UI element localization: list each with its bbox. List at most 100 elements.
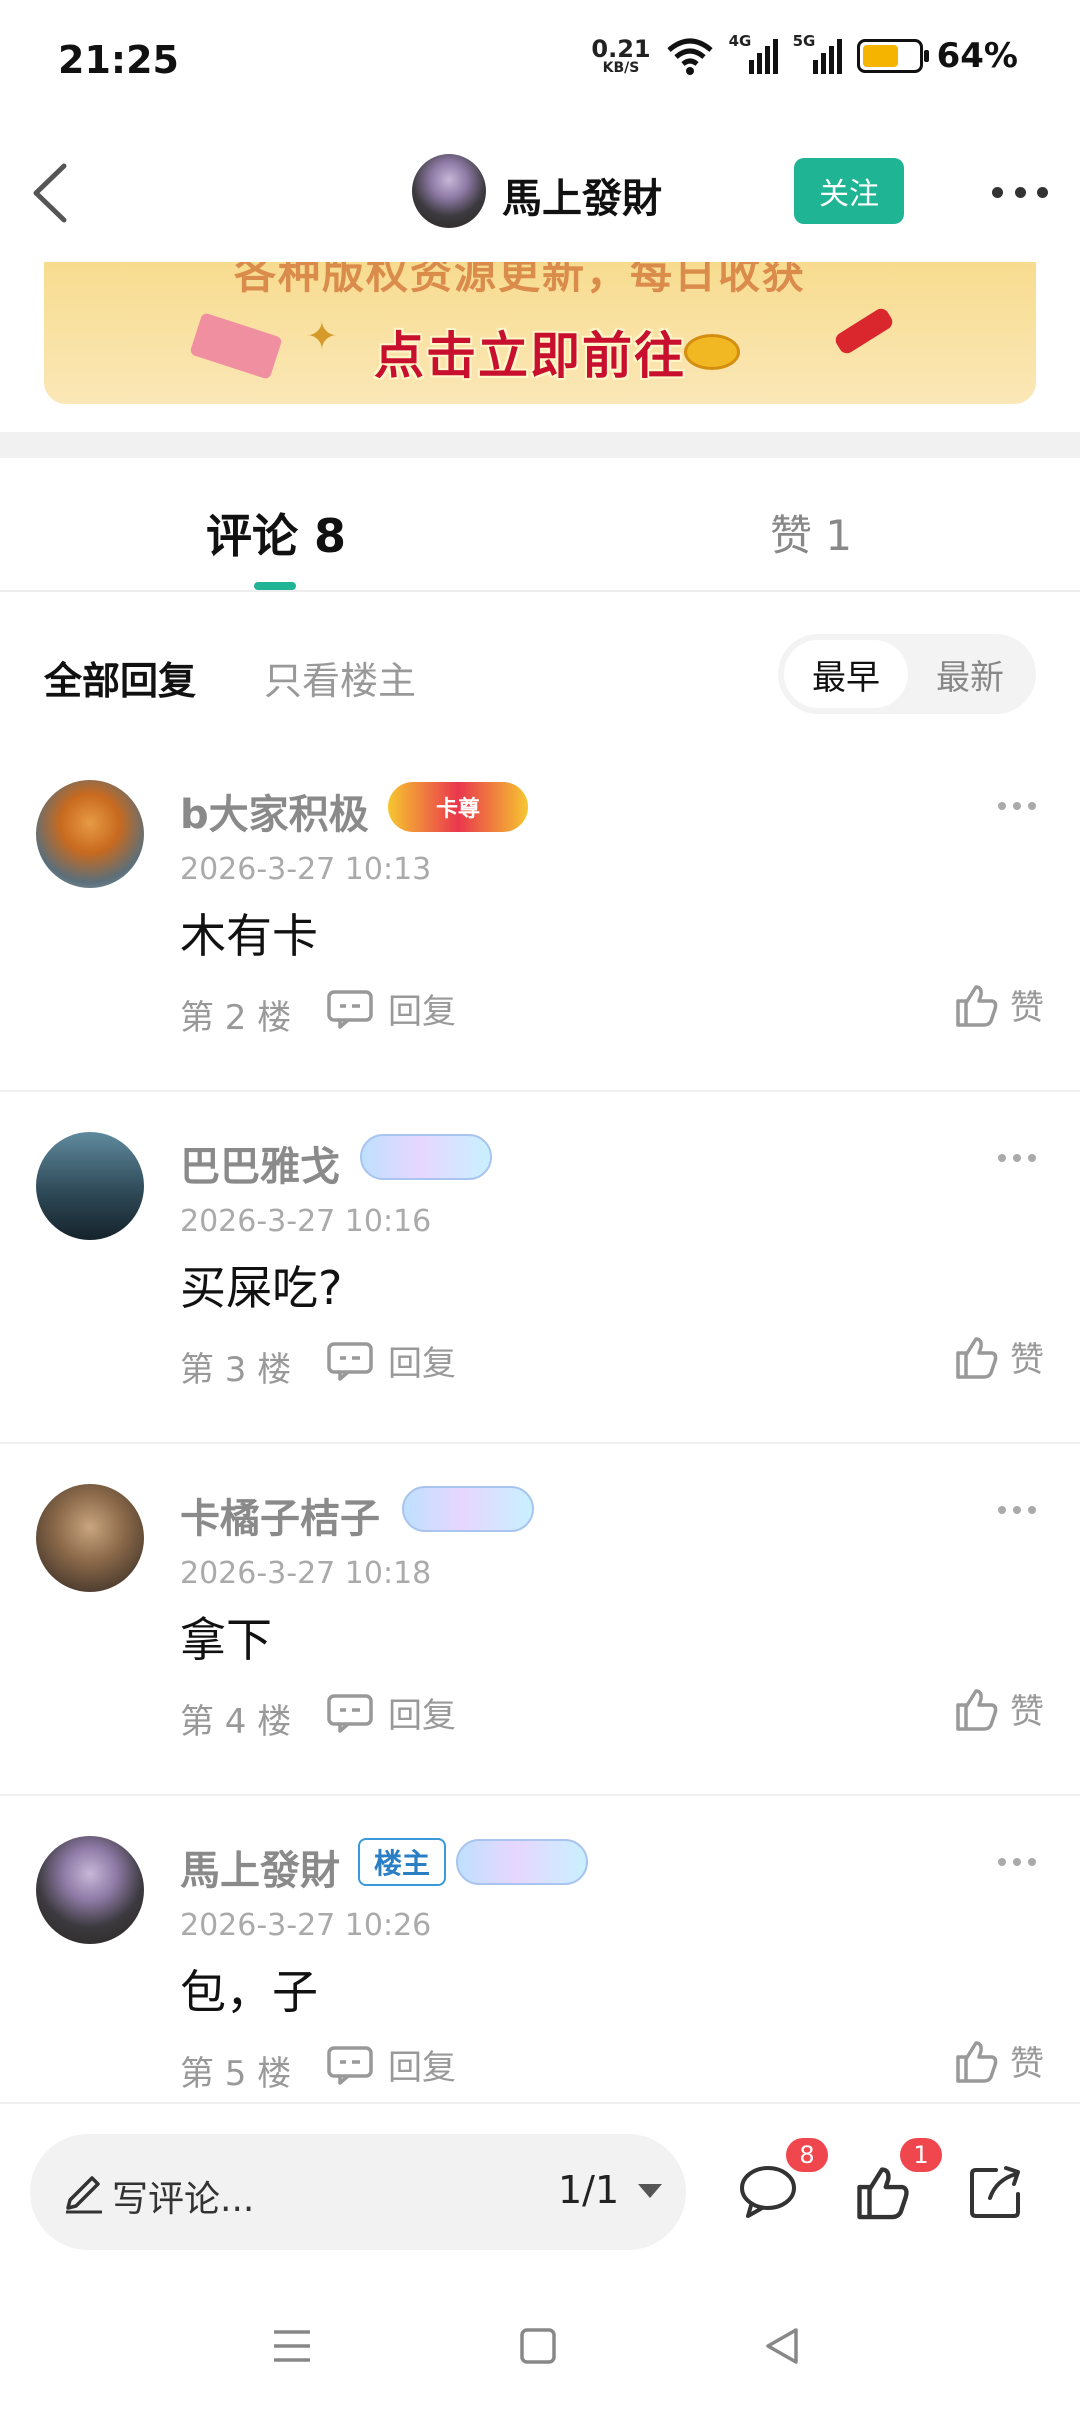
floor-number: 第 4 楼: [180, 1702, 292, 1742]
share-icon: [970, 2166, 1020, 2218]
commenter-name[interactable]: b大家积极: [180, 782, 369, 840]
status-bar: 21:25 0.21 KB/S 4G 5G 64%: [0, 0, 1080, 130]
battery-icon: [856, 39, 929, 73]
reply-button[interactable]: 回复: [326, 2040, 456, 2089]
commenter-avatar[interactable]: [36, 1484, 144, 1592]
sort-earliest[interactable]: 最早: [784, 640, 908, 708]
filter-op-only[interactable]: 只看楼主: [264, 650, 416, 705]
ribbon-decoration-right: [832, 305, 896, 357]
tab-bar: 评论 8 赞 1: [0, 458, 1080, 592]
like-button[interactable]: 赞: [952, 1684, 1044, 1733]
title-badge: [360, 1134, 492, 1180]
battery-percent: 64%: [936, 36, 1018, 76]
comment-more-button[interactable]: [998, 802, 1036, 812]
back-icon: [33, 163, 67, 223]
comment-text: 拿下: [180, 1613, 272, 1667]
coin-decoration: [684, 334, 740, 370]
tab-likes[interactable]: 赞 1: [770, 502, 852, 563]
reply-button[interactable]: 回复: [326, 1688, 456, 1737]
comment-more-button[interactable]: [998, 1858, 1036, 1868]
chevron-down-icon[interactable]: [638, 2184, 662, 2198]
battery-level-fill: [862, 45, 898, 67]
thumb-up-icon: [857, 2167, 909, 2220]
comment-count-badge: 8: [786, 2138, 828, 2172]
network-speed-value: 0.21: [591, 35, 651, 63]
like-post-button[interactable]: [852, 2162, 912, 2222]
bottom-action-bar: 写评论... 1/1 8 1: [0, 2102, 1080, 2302]
floor-number: 第 5 楼: [180, 2054, 292, 2094]
comment-item: 卡橘子桔子 2026-3-27 10:18 拿下 第 4 楼 回复 赞: [0, 1446, 1080, 1796]
system-navigation-bar: [0, 2302, 1080, 2414]
thumb-up-icon: [956, 1336, 998, 1379]
more-button[interactable]: [992, 180, 1048, 204]
more-icon: [998, 1154, 1006, 1162]
back-nav-icon[interactable]: [762, 2326, 802, 2366]
reply-icon: [327, 2045, 373, 2085]
commenter-name[interactable]: 巴巴雅戈: [180, 1134, 340, 1192]
comment-icon: [740, 2166, 796, 2218]
commenter-name[interactable]: 馬上發財: [180, 1838, 340, 1896]
post-header: 馬上發財 关注: [0, 130, 1080, 255]
thumb-up-icon: [956, 984, 998, 1027]
comment-time: 2026-3-27 10:13: [180, 852, 432, 887]
sort-latest[interactable]: 最新: [908, 640, 1032, 708]
comment-item: b大家积极 卡尊 2026-3-27 10:13 木有卡 第 2 楼 回复 赞: [0, 742, 1080, 1092]
share-button[interactable]: [966, 2162, 1026, 2222]
commenter-avatar[interactable]: [36, 1132, 144, 1240]
reply-label: 回复: [388, 1696, 456, 1736]
floor-number: 第 2 楼: [180, 998, 292, 1038]
filter-row: 全部回复 只看楼主 最早 最新: [0, 620, 1080, 730]
active-tab-indicator: [254, 582, 296, 590]
commenter-avatar[interactable]: [36, 1836, 144, 1944]
like-button[interactable]: 赞: [952, 980, 1044, 1029]
more-icon: [992, 186, 1003, 198]
author-avatar[interactable]: [412, 154, 486, 228]
like-label: 赞: [1010, 1340, 1044, 1380]
follow-button[interactable]: 关注: [794, 158, 904, 224]
menu-nav-icon[interactable]: [270, 2326, 314, 2366]
commenter-badges: [402, 1486, 534, 1532]
like-label: 赞: [1010, 2044, 1044, 2084]
write-comment-input[interactable]: 写评论... 1/1: [30, 2134, 686, 2250]
comment-time: 2026-3-27 10:18: [180, 1556, 432, 1591]
title-badge: [402, 1486, 534, 1532]
reply-icon: [327, 1693, 373, 1733]
network-speed-unit: KB/S: [602, 60, 640, 76]
comment-item: 馬上發財 楼主 2026-3-27 10:26 包，子 第 5 楼 回复 赞: [0, 1798, 1080, 2148]
page-indicator[interactable]: 1/1: [558, 2168, 619, 2212]
thumb-up-icon: [956, 1688, 998, 1731]
filter-all-replies[interactable]: 全部回复: [44, 650, 196, 705]
commenter-avatar[interactable]: [36, 780, 144, 888]
wifi-icon: [666, 38, 713, 75]
like-label: 赞: [1010, 1692, 1044, 1732]
comment-item: 巴巴雅戈 2026-3-27 10:16 买屎吃? 第 3 楼 回复 赞: [0, 1094, 1080, 1444]
home-nav-icon[interactable]: [518, 2326, 558, 2366]
like-button[interactable]: 赞: [952, 2036, 1044, 2085]
like-label: 赞: [1010, 988, 1044, 1028]
reply-button[interactable]: 回复: [326, 984, 456, 1033]
floor-number: 第 3 楼: [180, 1350, 292, 1390]
reply-icon: [327, 989, 373, 1029]
reply-label: 回复: [388, 1344, 456, 1384]
more-icon: [998, 802, 1006, 810]
tab-comments[interactable]: 评论 8: [206, 500, 346, 566]
thumb-up-icon: [956, 2040, 998, 2083]
op-badge: 楼主: [358, 1838, 447, 1886]
back-button[interactable]: [22, 158, 82, 228]
signal-icon-1: 4G: [729, 32, 779, 76]
ribbon-decoration: [189, 312, 283, 380]
write-comment-placeholder: 写评论...: [112, 2179, 255, 2220]
promo-banner[interactable]: 各种版权资源更新，每日收获 ✦ 点击立即前往: [44, 262, 1036, 404]
reply-icon: [327, 1341, 373, 1381]
commenter-name[interactable]: 卡橘子桔子: [180, 1486, 380, 1544]
comment-more-button[interactable]: [998, 1154, 1036, 1164]
comment-time: 2026-3-27 10:26: [180, 1908, 432, 1943]
comments-button[interactable]: [738, 2162, 798, 2222]
comment-more-button[interactable]: [998, 1506, 1036, 1516]
title-badge: [456, 1839, 589, 1885]
sparkle-icon: ✦: [306, 314, 338, 358]
author-name[interactable]: 馬上發財: [502, 166, 662, 224]
pencil-icon: [66, 2176, 102, 2214]
like-button[interactable]: 赞: [952, 1332, 1044, 1381]
reply-button[interactable]: 回复: [326, 1336, 456, 1385]
